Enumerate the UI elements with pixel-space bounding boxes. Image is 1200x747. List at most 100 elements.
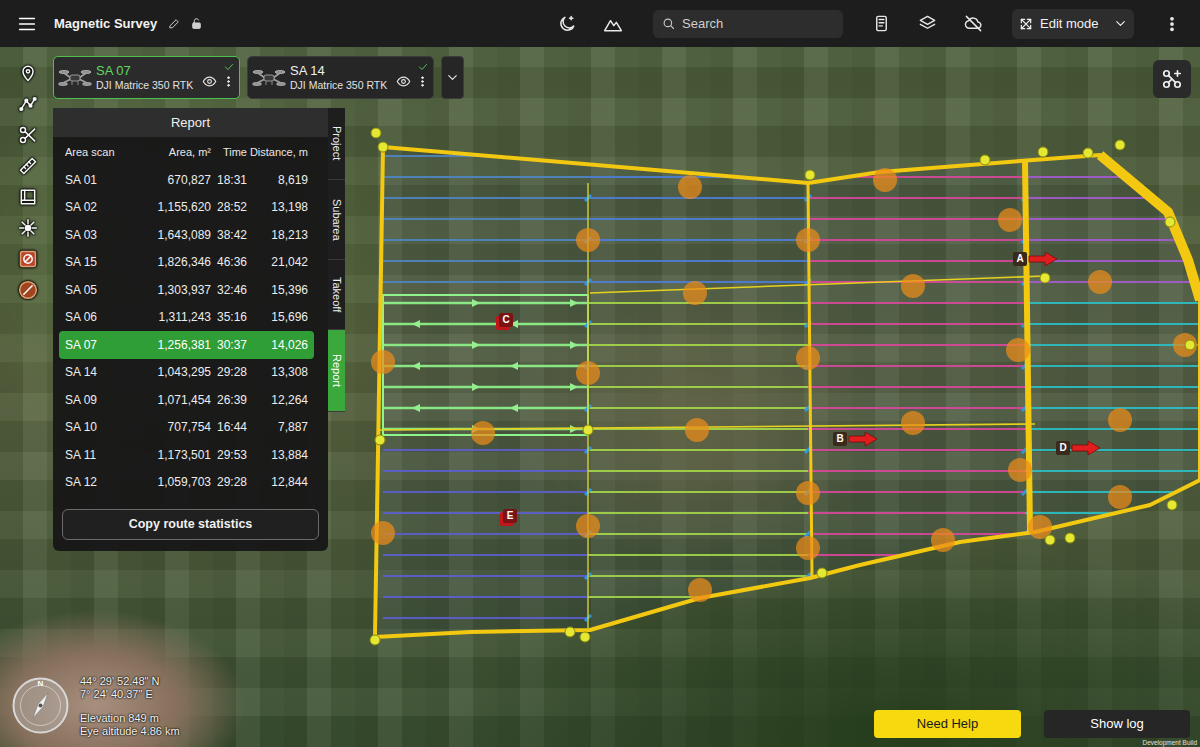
survey-boundary[interactable] xyxy=(375,147,1200,637)
eye-icon xyxy=(396,74,411,89)
table-row[interactable]: SA 021,155,62028:5213,198 xyxy=(59,194,314,222)
table-row[interactable]: SA 061,311,24335:1615,696 xyxy=(59,304,314,332)
table-cell: 38:42 xyxy=(211,226,247,244)
search-input[interactable] xyxy=(682,14,835,34)
terrain-button[interactable] xyxy=(595,6,631,42)
table-cell: SA 01 xyxy=(65,171,119,189)
drone-menu-button[interactable] xyxy=(416,74,429,94)
visibility-button[interactable] xyxy=(202,74,217,95)
takeoff-points[interactable] xyxy=(370,128,1195,645)
map-marker[interactable]: C xyxy=(499,313,513,327)
drone-model: DJI Matrice 350 RTK xyxy=(96,79,193,92)
drone-controls xyxy=(396,61,429,95)
table-cell: 14,026 xyxy=(247,336,308,354)
more-drones-button[interactable] xyxy=(441,56,464,99)
waypoints[interactable] xyxy=(371,168,1197,602)
eye-icon xyxy=(202,74,217,89)
table-cell: SA 15 xyxy=(65,253,119,271)
table-cell: SA 05 xyxy=(65,281,119,299)
report-button[interactable] xyxy=(863,6,899,42)
table-row[interactable]: SA 151,826,34646:3621,042 xyxy=(59,249,314,277)
table-row[interactable]: SA 10707,75416:447,887 xyxy=(59,414,314,442)
map-marker[interactable]: B xyxy=(833,431,878,447)
tool-button[interactable] xyxy=(12,274,44,305)
table-row[interactable]: SA 141,043,29529:2813,308 xyxy=(59,359,314,387)
eye-altitude: Eye altitude 4.86 km xyxy=(80,725,180,738)
table-cell: 15,396 xyxy=(247,281,308,299)
tool-button[interactable] xyxy=(12,212,44,243)
map-marker[interactable]: D xyxy=(1056,440,1101,456)
table-row[interactable]: SA 051,303,93732:4615,396 xyxy=(59,276,314,304)
column-header: Distance, m xyxy=(247,144,308,161)
night-mode-button[interactable] xyxy=(549,6,585,42)
more-menu-button[interactable] xyxy=(1154,6,1190,42)
layers-button[interactable] xyxy=(909,6,945,42)
report-title: Report xyxy=(53,108,328,137)
panel-tabs: ProjectSubareaTakeoffReport xyxy=(328,108,345,412)
panel-tab[interactable]: Takeoff xyxy=(328,260,345,330)
map-marker[interactable]: A xyxy=(1013,251,1058,267)
add-drone-button[interactable] xyxy=(1153,60,1191,98)
table-cell: SA 02 xyxy=(65,198,119,216)
survey-area[interactable] xyxy=(375,147,1200,637)
table-row[interactable]: SA 071,256,38130:3714,026 xyxy=(59,331,314,359)
title-group: Magnetic Survey xyxy=(0,0,549,47)
selected-subarea[interactable] xyxy=(383,295,588,435)
table-row[interactable]: SA 111,173,50129:5313,884 xyxy=(59,441,314,469)
check-icon xyxy=(223,61,235,73)
show-log-button[interactable]: Show log xyxy=(1044,710,1190,738)
map-marker[interactable]: E xyxy=(503,509,517,523)
drone-icon xyxy=(252,67,286,89)
table-row[interactable]: SA 091,071,45426:3912,264 xyxy=(59,386,314,414)
table-cell: 28:52 xyxy=(211,198,247,216)
table-cell: 29:28 xyxy=(211,473,247,491)
tool-button[interactable] xyxy=(12,88,44,119)
visibility-button[interactable] xyxy=(396,74,411,95)
panel-tab[interactable]: Report xyxy=(328,330,345,412)
table-cell: 46:36 xyxy=(211,253,247,271)
table-cell: 1,071,454 xyxy=(119,391,211,409)
no-fly-zone-icon xyxy=(18,249,38,269)
panel-tab[interactable]: Subarea xyxy=(328,180,345,260)
edit-mode-label: Edit mode xyxy=(1040,14,1099,34)
marker-label: E xyxy=(503,509,517,523)
table-cell: 1,643,089 xyxy=(119,226,211,244)
tool-button[interactable] xyxy=(12,57,44,88)
heading-arrow-icon xyxy=(1071,440,1101,456)
layers-icon xyxy=(918,14,937,33)
drone-info: SA 07DJI Matrice 350 RTK xyxy=(96,63,193,92)
drone-card[interactable]: SA 07DJI Matrice 350 RTK xyxy=(53,56,240,99)
table-row[interactable]: SA 01670,82718:318,619 xyxy=(59,166,314,194)
table-cell: 1,256,381 xyxy=(119,336,211,354)
more-icon xyxy=(222,75,235,88)
compass[interactable]: N xyxy=(12,677,69,734)
tool-button[interactable] xyxy=(12,181,44,212)
drone-tools xyxy=(202,74,235,95)
drone-controls xyxy=(202,61,235,95)
menu-icon xyxy=(16,13,38,35)
tool-button[interactable] xyxy=(12,150,44,181)
copy-statistics-button[interactable]: Copy route statistics xyxy=(62,509,319,540)
lock-button[interactable] xyxy=(187,15,205,33)
offline-button[interactable] xyxy=(955,6,991,42)
menu-button[interactable] xyxy=(0,0,54,47)
flight-lines xyxy=(383,153,1200,639)
drone-menu-button[interactable] xyxy=(222,74,235,94)
tool-button[interactable] xyxy=(12,243,44,274)
table-cell: 7,887 xyxy=(247,418,308,436)
rename-button[interactable] xyxy=(165,15,183,33)
edit-mode-dropdown[interactable]: Edit mode xyxy=(1012,9,1134,39)
tool-button[interactable] xyxy=(12,119,44,150)
table-cell: 1,311,243 xyxy=(119,308,211,326)
drone-card[interactable]: SA 14DJI Matrice 350 RTK xyxy=(247,56,434,99)
table-row[interactable]: SA 121,059,70329:2812,844 xyxy=(59,469,314,497)
unlocked-lock-icon xyxy=(190,17,203,30)
table-cell: SA 09 xyxy=(65,391,119,409)
table-cell: 8,619 xyxy=(247,171,308,189)
check-icon xyxy=(417,61,429,73)
search-field[interactable] xyxy=(653,10,843,38)
table-row[interactable]: SA 031,643,08938:4218,213 xyxy=(59,221,314,249)
panel-tab[interactable]: Project xyxy=(328,108,345,180)
need-help-button[interactable]: Need Help xyxy=(874,710,1021,738)
table-cell: 18,213 xyxy=(247,226,308,244)
